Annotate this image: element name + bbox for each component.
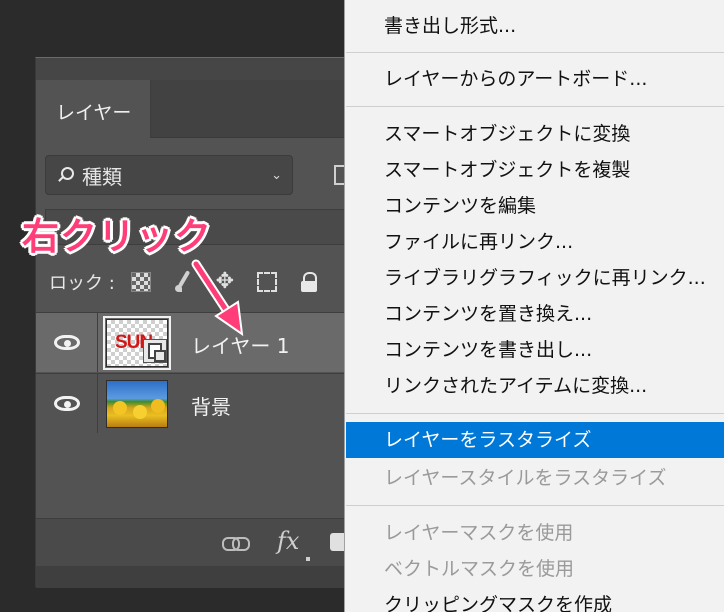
menu-item-relink-to-library-graphic[interactable]: ライブラリグラフィックに再リンク...	[346, 260, 724, 296]
visibility-cell[interactable]	[36, 374, 98, 433]
search-icon	[56, 166, 74, 184]
lock-all-icon[interactable]	[299, 272, 319, 292]
layer-row-background[interactable]: 背景	[36, 373, 366, 433]
layer-name[interactable]: 背景	[191, 391, 231, 420]
eye-icon[interactable]	[54, 335, 80, 350]
panel-footer-toolbar: fx	[36, 518, 366, 566]
lock-transparent-pixels-icon[interactable]	[130, 272, 151, 292]
tab-layers[interactable]: レイヤー	[36, 80, 151, 138]
add-layer-style-button[interactable]: fx	[277, 527, 299, 555]
filter-kind-label: 種類	[82, 164, 122, 189]
menu-item-relink-to-file[interactable]: ファイルに再リンク...	[346, 224, 724, 260]
lock-label: ロック :	[49, 273, 115, 294]
smart-object-icon	[143, 339, 167, 363]
tab-strip	[151, 80, 365, 138]
menu-separator	[346, 106, 724, 107]
pointer-arrow-icon	[191, 259, 244, 337]
visibility-cell[interactable]	[36, 313, 98, 372]
menu-item-rasterize-layer[interactable]: レイヤーをラスタライズ	[346, 422, 724, 458]
eye-icon[interactable]	[54, 396, 80, 411]
dropdown-indicator-icon	[306, 557, 310, 561]
menu-separator	[346, 52, 724, 53]
right-click-annotation: 右クリック	[22, 215, 212, 258]
menu-item-rasterize-layer-style: レイヤースタイルをラスタライズ	[384, 467, 667, 489]
menu-item-convert-to-smart-object[interactable]: スマートオブジェクトに変換	[346, 116, 724, 152]
link-layers-icon[interactable]	[222, 537, 250, 551]
menu-item-artboard-from-layers[interactable]: レイヤーからのアートボード...	[346, 61, 724, 97]
panel-title-bar[interactable]	[36, 58, 365, 80]
menu-item-convert-to-linked[interactable]: リンクされたアイテムに変換...	[346, 368, 724, 404]
menu-separator	[346, 505, 724, 506]
panel-scroll-area[interactable]	[36, 566, 366, 588]
menu-item-export-as[interactable]: 書き出し形式...	[346, 8, 724, 44]
menu-item-duplicate-smart-object[interactable]: スマートオブジェクトを複製	[346, 152, 724, 188]
background-thumbnail[interactable]	[106, 380, 168, 428]
context-menu: 書き出し形式... レイヤーからのアートボード... スマートオブジェクトに変換…	[344, 0, 724, 612]
menu-item-enable-vector-mask: ベクトルマスクを使用	[384, 558, 575, 580]
menu-item-edit-contents[interactable]: コンテンツを編集	[346, 188, 724, 224]
menu-item-create-clipping-mask[interactable]: クリッピングマスクを作成	[346, 587, 724, 612]
menu-item-export-contents[interactable]: コンテンツを書き出し...	[346, 332, 724, 368]
lock-artboard-icon[interactable]	[256, 272, 277, 292]
chevron-down-icon: ⌄	[271, 167, 282, 183]
menu-item-replace-contents[interactable]: コンテンツを置き換え...	[346, 296, 724, 332]
menu-item-enable-layer-mask: レイヤーマスクを使用	[384, 522, 574, 544]
menu-separator	[346, 413, 724, 414]
layer-filter-dropdown[interactable]: 種類 ⌄	[45, 155, 293, 195]
